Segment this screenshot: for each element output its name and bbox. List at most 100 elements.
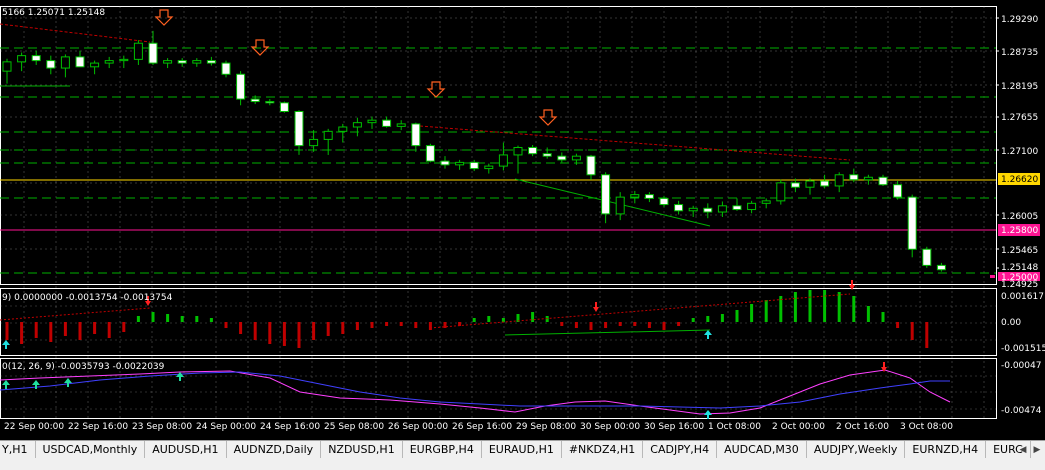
histogram-bar <box>34 322 38 338</box>
histogram-bar <box>764 300 768 322</box>
symbol-tab[interactable]: CADJPY,H4 <box>643 441 718 458</box>
candle-bull <box>484 165 494 170</box>
support-price-label: 1.25800 <box>1001 226 1038 236</box>
symbol-tab[interactable]: EURAUD,H1 <box>482 441 562 458</box>
candle-bull <box>498 154 508 167</box>
symbol-tab[interactable]: AUDCAD,M30 <box>717 441 807 458</box>
candle-bull <box>309 138 319 147</box>
histogram-bar <box>866 306 870 322</box>
histogram-bar <box>808 290 812 322</box>
histogram-bar <box>691 318 695 322</box>
time-tick: 26 Sep 16:00 <box>452 422 512 432</box>
histogram-bar <box>589 322 593 330</box>
histogram-bar <box>706 316 710 322</box>
histogram-bar <box>910 322 914 340</box>
candle-bull <box>513 146 523 156</box>
candle-bull <box>834 174 844 187</box>
histogram-bar <box>136 316 140 322</box>
histogram-bar <box>326 322 330 336</box>
osc-tick: -0.0015157 <box>1001 344 1045 354</box>
time-tick: 24 Sep 16:00 <box>260 422 320 432</box>
time-tick: 25 Sep 08:00 <box>324 422 384 432</box>
candle-bear <box>75 56 85 68</box>
histogram-bar <box>837 292 841 322</box>
symbol-tab[interactable]: USDCAD,Monthly <box>36 441 146 458</box>
histogram-bar <box>881 312 885 322</box>
symbol-tab[interactable]: Y,H1 <box>0 441 36 458</box>
candle-bull <box>17 55 27 63</box>
candle-bear <box>425 145 435 162</box>
price-tick: 1.25465 <box>1001 246 1038 256</box>
time-tick: 1 Oct 08:00 <box>708 422 761 432</box>
histogram-bar <box>735 310 739 322</box>
histogram-bar <box>253 322 257 340</box>
histogram-bar <box>720 314 724 322</box>
histogram-bar <box>107 322 111 338</box>
histogram-bar <box>93 322 97 334</box>
histogram-bar <box>268 322 272 344</box>
symbol-tab[interactable]: AUDJPY,Weekly <box>807 441 906 458</box>
time-tick: 29 Sep 08:00 <box>516 422 576 432</box>
candle-bull <box>615 196 625 215</box>
candle-bear <box>279 102 289 112</box>
histogram-bar <box>180 316 184 322</box>
histogram-bar <box>531 312 535 322</box>
candle-bull <box>104 60 114 64</box>
symbol-tab[interactable]: EURGBP,H4 <box>403 441 482 458</box>
candle-bear <box>411 123 421 147</box>
candle-bull <box>119 58 129 62</box>
histogram-bar <box>370 322 374 328</box>
tab-scroll-right-icon[interactable]: ▶ <box>1031 444 1043 456</box>
candle-bear <box>820 180 830 187</box>
histogram-bar <box>63 322 67 336</box>
candle-bull <box>747 202 757 211</box>
histogram-bar <box>925 322 929 348</box>
time-axis-labels: 22 Sep 00:00 22 Sep 16:00 23 Sep 08:00 2… <box>4 422 953 432</box>
candle-bull <box>367 119 377 124</box>
symbol-tab[interactable]: AUDNZD,Daily <box>227 441 322 458</box>
price-tick: 1.29290 <box>1001 15 1038 25</box>
candle-bull <box>761 200 771 204</box>
candle-bear <box>601 174 611 215</box>
macd-panel-label: 0(12, 26, 9) -0.0035793 -0.0022039 <box>2 362 165 372</box>
candle-bull <box>396 123 406 127</box>
candle-bear <box>528 146 538 155</box>
candle-bear <box>790 182 800 188</box>
histogram-bar <box>5 322 9 340</box>
bottom-price-tick: 1.24925 <box>1001 280 1038 290</box>
candle-bear <box>469 161 479 170</box>
candle-bear <box>893 184 903 198</box>
histogram-bar <box>355 322 359 330</box>
histogram-bar <box>896 322 900 328</box>
histogram-bar <box>341 322 345 334</box>
macd-tick: -0.00047 <box>1001 361 1041 371</box>
time-tick: 30 Sep 00:00 <box>580 422 640 432</box>
candle-bull <box>717 205 727 213</box>
symbol-tab[interactable]: AUDUSD,H1 <box>145 441 227 458</box>
histogram-bar <box>209 318 213 322</box>
candle-bear <box>644 194 654 199</box>
candle-bear <box>542 153 552 157</box>
time-tick: 30 Sep 16:00 <box>644 422 704 432</box>
resistance-price-label: 1.26620 <box>1001 175 1038 185</box>
symbol-tab[interactable]: EURNZD,H4 <box>905 441 987 458</box>
price-marker <box>990 275 995 278</box>
candle-bull <box>2 61 12 72</box>
symbol-tab[interactable]: NZDUSD,H1 <box>321 441 403 458</box>
histogram-bar <box>793 292 797 322</box>
candle-bear <box>659 197 669 206</box>
price-tick: 1.28195 <box>1001 82 1038 92</box>
candle-bear <box>294 110 304 147</box>
macd-tick: -0.00474 <box>1001 406 1042 416</box>
candle-bull <box>352 122 362 128</box>
histogram-bar <box>750 304 754 322</box>
candle-bear <box>31 55 41 62</box>
candle-bear <box>557 155 567 161</box>
candle-bear <box>440 160 450 166</box>
tab-scroll-left-icon[interactable]: ◀ <box>1017 444 1029 456</box>
histogram-bar <box>224 322 228 328</box>
symbol-tab[interactable]: #NKDZ4,H1 <box>562 441 644 458</box>
candle-bull <box>630 194 640 198</box>
chart-area[interactable]: 5166 1.25071 1.25148 9) 0.0000000 -0.001… <box>0 0 1045 440</box>
tab-scroll-controls: ◀ ▶ <box>1017 444 1043 456</box>
